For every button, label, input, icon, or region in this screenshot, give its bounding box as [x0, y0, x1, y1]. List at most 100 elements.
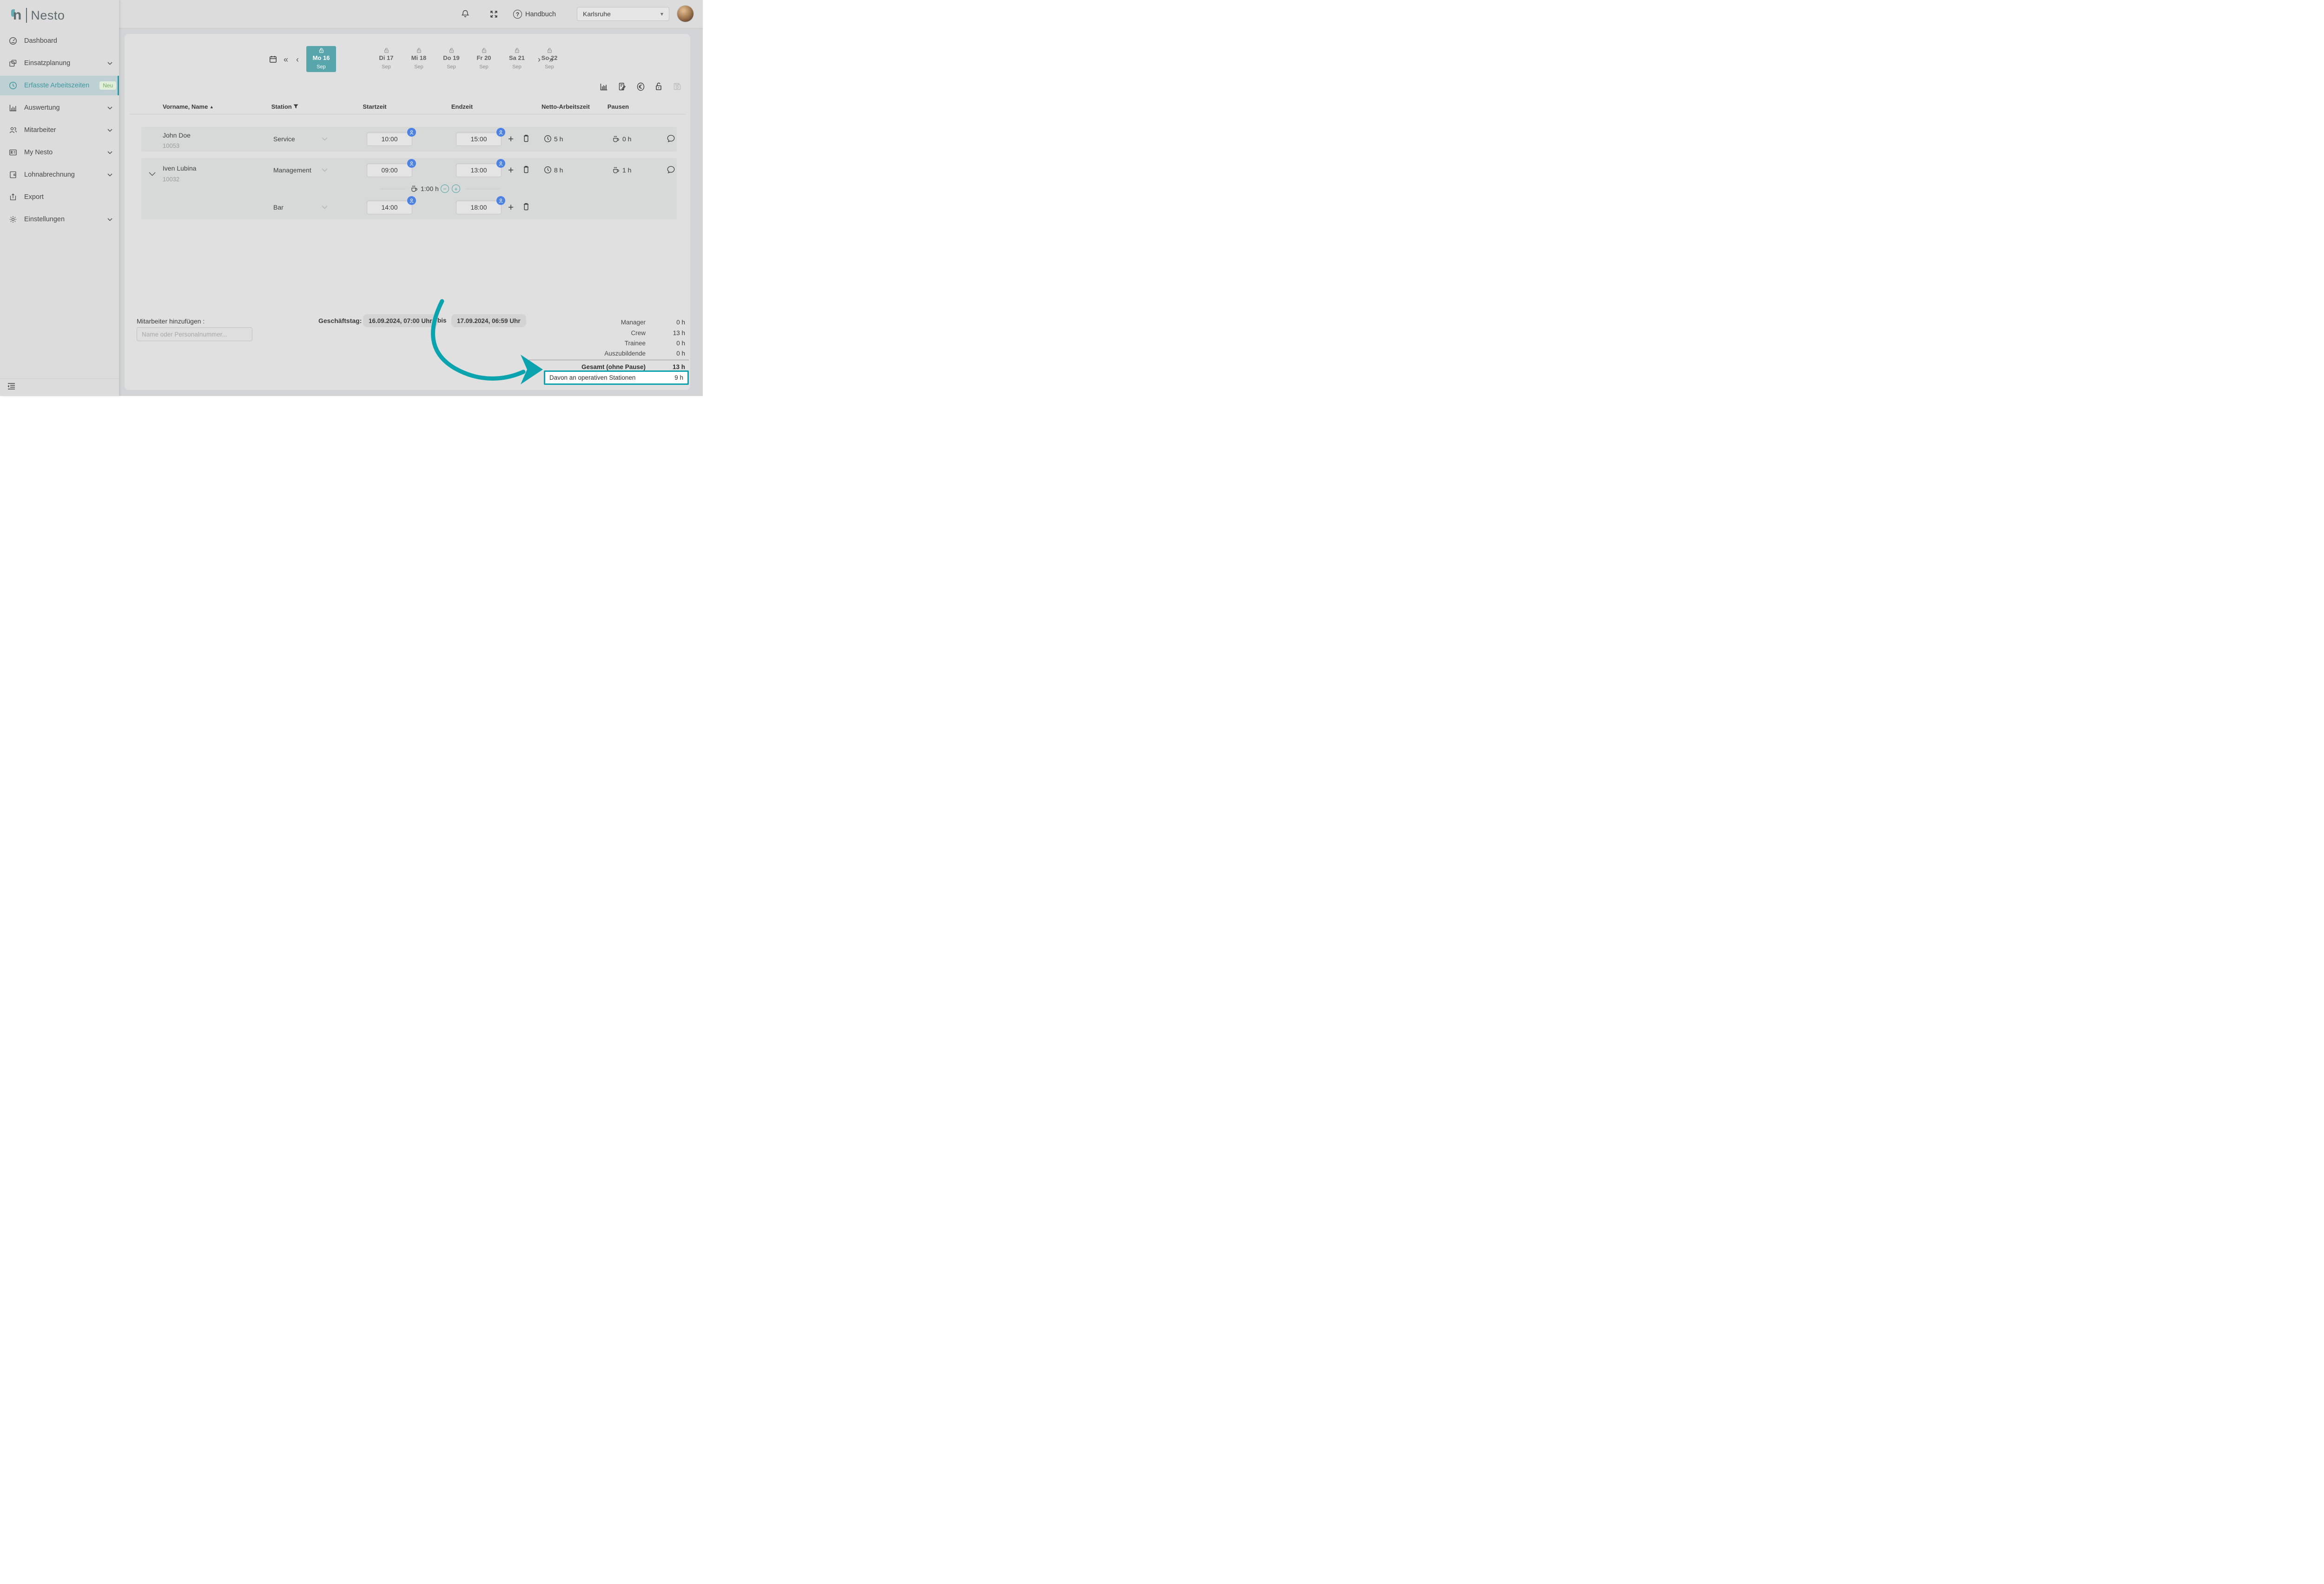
sidebar-item-export[interactable]: Export: [0, 187, 119, 207]
sidebar-item-auswertung[interactable]: Auswertung: [0, 98, 119, 118]
save-button[interactable]: [673, 82, 682, 91]
chevron-down-icon: [107, 173, 112, 177]
sidebar-item-einsatzplanung[interactable]: Einsatzplanung: [0, 53, 119, 73]
month-label: Sep: [512, 64, 522, 70]
operative-stations-highlight: Davon an operativen Stationen 9 h: [544, 370, 689, 385]
col-header-startzeit: Startzeit: [347, 103, 403, 110]
station-select[interactable]: Service: [273, 135, 295, 143]
chevron-down-icon[interactable]: [322, 168, 328, 172]
employee-name: Iven Lubina: [163, 165, 196, 172]
calendar-button[interactable]: [269, 55, 277, 64]
pause-detail: 1:00 h: [410, 185, 439, 193]
user-avatar[interactable]: [677, 6, 693, 22]
location-select[interactable]: Karlsruhe ▾: [577, 7, 669, 21]
coffee-icon: [612, 166, 620, 174]
sidebar-item-label: Dashboard: [24, 37, 57, 45]
id-card-icon: [8, 148, 18, 157]
assigned-person-badge: [407, 128, 416, 137]
lock-day-button[interactable]: [654, 81, 663, 91]
unlock-icon: [318, 47, 324, 53]
add-shift-button[interactable]: +: [508, 203, 514, 212]
sidebar-item-dashboard[interactable]: Dashboard: [0, 31, 119, 51]
collapse-row-chevron-icon[interactable]: [149, 172, 156, 176]
delete-shift-button[interactable]: [522, 202, 530, 211]
planning-grid-icon: [8, 59, 18, 68]
station-select[interactable]: Bar: [273, 204, 284, 211]
day-tab-mi-18[interactable]: Mi 18 Sep: [404, 46, 434, 72]
month-label: Sep: [447, 64, 456, 70]
first-week-button[interactable]: «: [284, 55, 288, 64]
sidebar-item-label: Auswertung: [24, 104, 60, 112]
bell-icon: [461, 9, 470, 19]
sidebar-item-mitarbeiter[interactable]: Mitarbeiter: [0, 120, 119, 140]
day-label: Do 19: [443, 54, 459, 61]
summary-total-label: Gesamt (ohne Pause): [571, 363, 646, 370]
assigned-person-badge: [407, 159, 416, 168]
sidebar-item-lohnabrechnung[interactable]: Lohnabrechnung: [0, 165, 119, 185]
decrease-pause-button[interactable]: −: [441, 185, 449, 193]
person-icon: [498, 161, 503, 166]
endzeit-input[interactable]: 15:00: [456, 132, 502, 146]
col-header-netto: Netto-Arbeitszeit: [535, 103, 596, 110]
sidebar-item-erfasste-arbeitszeiten[interactable]: Erfasste Arbeitszeiten Neu: [0, 76, 119, 95]
content-panel: « ‹ Mo 16 Sep Di 17 Sep Mi 18 Sep Do 19 …: [125, 34, 690, 390]
month-label: Sep: [479, 64, 489, 70]
sidebar-item-my-nesto[interactable]: My Nesto: [0, 143, 119, 162]
day-label: Fr 20: [476, 54, 491, 61]
day-tab-mo-16[interactable]: Mo 16 Sep: [306, 46, 336, 72]
collapse-sidebar-icon[interactable]: [7, 382, 16, 390]
calendar-icon: [269, 55, 277, 64]
add-shift-button[interactable]: +: [508, 134, 514, 144]
fullscreen-button[interactable]: [489, 10, 498, 19]
delete-shift-button[interactable]: [522, 165, 530, 174]
handbuch-link[interactable]: ? Handbuch: [513, 10, 556, 19]
comment-button[interactable]: [666, 165, 676, 175]
day-tab-do-19[interactable]: Do 19 Sep: [436, 46, 466, 72]
pause-value: 1 h: [612, 166, 631, 174]
col-header-endzeit: Endzeit: [434, 103, 490, 110]
coffee-icon: [612, 135, 620, 143]
prev-day-button[interactable]: ‹: [296, 55, 299, 64]
day-label: Mo 16: [313, 54, 330, 61]
day-tab-sa-21[interactable]: Sa 21 Sep: [502, 46, 532, 72]
delete-shift-button[interactable]: [522, 134, 530, 143]
highlight-label: Davon an operativen Stationen: [549, 374, 635, 381]
next-day-button[interactable]: ›: [538, 55, 541, 64]
person-icon: [409, 161, 414, 166]
col-header-station[interactable]: Station: [257, 103, 313, 110]
add-shift-button[interactable]: +: [508, 165, 514, 175]
col-header-name[interactable]: Vorname, Name ▲: [163, 103, 214, 110]
business-day-bis: bis: [437, 317, 447, 324]
comment-button[interactable]: [666, 134, 676, 144]
station-select[interactable]: Management: [273, 166, 311, 174]
endzeit-input[interactable]: 13:00: [456, 163, 502, 177]
wages-button[interactable]: [636, 82, 646, 92]
comment-bubble-icon: [666, 134, 676, 144]
month-label: Sep: [545, 64, 554, 70]
increase-pause-button[interactable]: +: [452, 185, 460, 193]
chevron-down-icon[interactable]: [322, 137, 328, 141]
export-icon: [8, 192, 18, 202]
unlock-icon: [514, 47, 520, 53]
sidebar-item-label: Export: [24, 193, 44, 201]
add-employee-label: Mitarbeiter hinzufügen :: [137, 317, 205, 325]
endzeit-input[interactable]: 18:00: [456, 200, 502, 214]
chevron-down-icon: [107, 151, 112, 154]
summary-value: 13 h: [662, 330, 685, 337]
notifications-button[interactable]: [461, 9, 470, 19]
add-employee-input[interactable]: [137, 327, 252, 341]
day-label: Di 17: [379, 54, 393, 61]
trash-icon: [522, 134, 530, 143]
day-tab-di-17[interactable]: Di 17 Sep: [371, 46, 401, 72]
edit-notes-button[interactable]: [617, 82, 627, 92]
day-tab-fr-20[interactable]: Fr 20 Sep: [469, 46, 499, 72]
last-week-button[interactable]: »: [549, 55, 554, 64]
startzeit-input[interactable]: 14:00: [367, 200, 412, 214]
statistics-button[interactable]: [599, 82, 608, 92]
chevron-down-icon[interactable]: [322, 205, 328, 209]
business-day-to: 17.09.2024, 06:59 Uhr: [451, 314, 526, 327]
startzeit-input[interactable]: 09:00: [367, 163, 412, 177]
sidebar-item-einstellungen[interactable]: Einstellungen: [0, 210, 119, 229]
startzeit-input[interactable]: 10:00: [367, 132, 412, 146]
person-icon: [409, 198, 414, 204]
